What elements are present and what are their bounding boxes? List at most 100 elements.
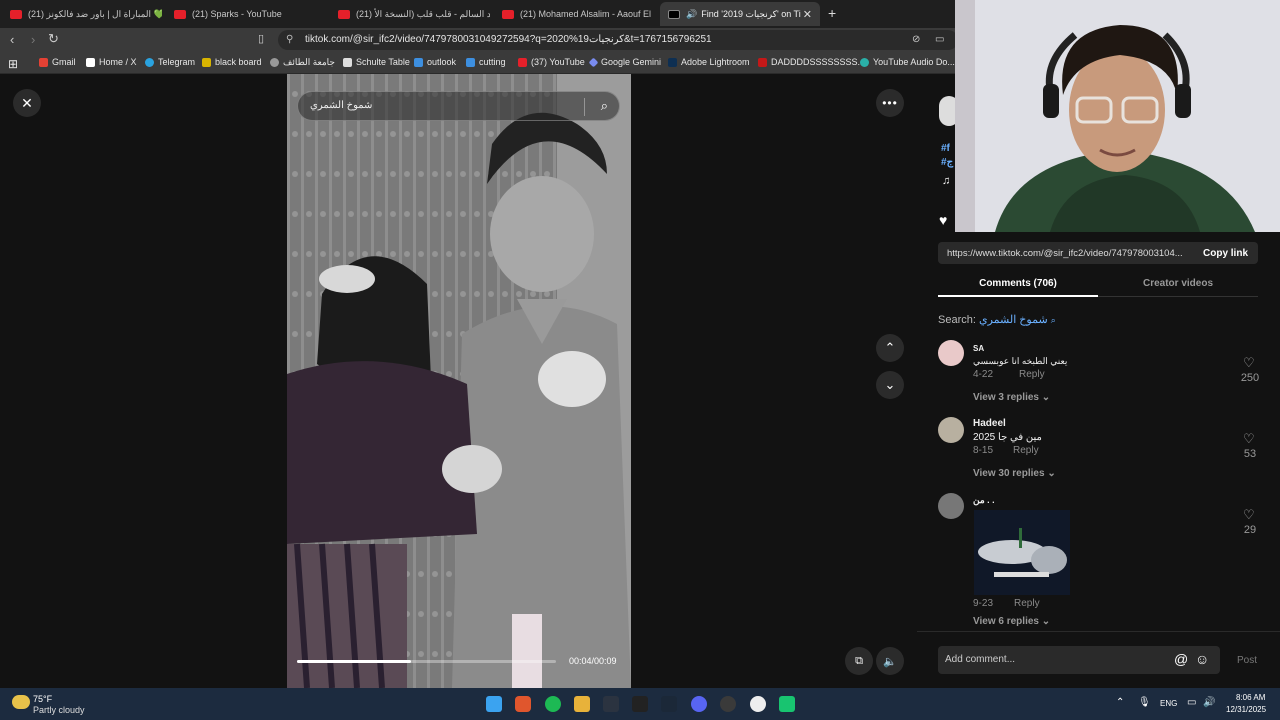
view-replies-button[interactable]: View 6 replies ⌄ — [973, 616, 1050, 627]
microphone-icon[interactable]: 🎙 — [1138, 697, 1151, 708]
x-icon — [86, 57, 95, 67]
emoji-icon[interactable]: ☺ — [1195, 651, 1209, 667]
weather-icon[interactable] — [12, 695, 30, 709]
windows-start-icon[interactable] — [486, 696, 502, 712]
settings-icon[interactable] — [750, 696, 766, 712]
like-icon[interactable]: ♡ — [1243, 355, 1255, 371]
browser-tab[interactable]: (21) المباراة ال | باور ضد فالكونز 💚 ♥ — [2, 2, 162, 26]
youtube-icon — [338, 9, 350, 19]
spotify-icon[interactable] — [545, 696, 561, 712]
bookmark-daddd[interactable]: DADDDDSSSSSSSS... — [758, 57, 865, 67]
epic-games-icon[interactable] — [632, 696, 648, 712]
chevron-up-icon[interactable]: ⌃ — [1116, 697, 1124, 708]
tab-comments[interactable]: Comments (706) — [938, 278, 1098, 289]
comment-author[interactable]: SA — [973, 344, 984, 353]
view-replies-button[interactable]: View 30 replies ⌄ — [973, 468, 1056, 479]
chevron-down-icon: ⌄ — [1047, 468, 1056, 479]
bookmark-outlook[interactable]: outlook — [414, 57, 456, 67]
tab-title: (21) المباراة ال | باور ضد فالكونز 💚 ♥ — [28, 8, 162, 19]
outlook-icon — [414, 57, 423, 67]
network-icon[interactable]: ▭ — [1187, 697, 1196, 708]
volume-icon[interactable]: 🔈 — [876, 647, 904, 675]
new-tab-icon[interactable]: + — [828, 5, 836, 21]
outlook-icon — [466, 57, 475, 67]
eye-off-icon[interactable]: ⊘ — [912, 34, 920, 45]
close-icon[interactable]: ✕ — [13, 89, 41, 117]
speaker-icon[interactable]: 🔊 — [1203, 697, 1215, 708]
back-icon[interactable]: ‹ — [10, 32, 14, 47]
globe-icon — [270, 58, 279, 67]
page-icon — [343, 57, 352, 67]
bookmark-gemini[interactable]: Google Gemini — [588, 57, 661, 67]
bookmark-schulte[interactable]: Schulte Table — [343, 57, 410, 67]
video-player[interactable]: 00:04/00:09 — [287, 74, 631, 688]
view-replies-button[interactable]: View 3 replies ⌄ — [973, 392, 1050, 403]
browser-tab[interactable]: (21) محمد السالم - قلب قلب (النسخة الأ — [330, 2, 490, 26]
avatar[interactable] — [938, 340, 964, 366]
forward-icon[interactable]: › — [31, 32, 35, 47]
search-icon[interactable]: ⌕ — [601, 98, 608, 114]
heart-icon[interactable]: ♥ — [939, 212, 947, 228]
tab-title: Find '2019 كرنجيات' on TikTok — [701, 8, 801, 19]
browser-tab[interactable]: (21) Sparks - YouTube — [166, 2, 326, 26]
post-button[interactable]: Post — [1237, 655, 1257, 666]
language-indicator[interactable]: ENG — [1160, 699, 1177, 708]
close-tab-icon[interactable]: ✕ — [803, 8, 812, 21]
add-comment-input[interactable]: Add comment... @ ☺ — [938, 646, 1220, 674]
bookmark-gmail[interactable]: Gmail — [39, 57, 76, 67]
bookmark-taif[interactable]: جامعة الطائف — [270, 57, 335, 68]
browser-tab[interactable]: (21) Mohamed Alsalim - Aaouf El Dec — [494, 2, 654, 26]
comment-author[interactable]: Hadeel — [973, 418, 1006, 429]
comment-image[interactable] — [974, 510, 1070, 595]
bookmark-icon[interactable]: ▯ — [258, 32, 264, 45]
tab-creator-videos[interactable]: Creator videos — [1098, 278, 1258, 289]
hashtag-fragment[interactable]: #f #ج — [941, 142, 953, 170]
cast-icon[interactable]: ▭ — [935, 34, 944, 45]
steam-icon[interactable] — [661, 696, 677, 712]
comment-author[interactable]: من . . — [973, 495, 995, 506]
bookmark-blackboard[interactable]: black board — [202, 57, 262, 67]
clock-date[interactable]: 12/31/2025 — [1226, 705, 1266, 714]
chevron-up-icon[interactable]: ⌃ — [876, 334, 904, 362]
bookmark-ytaudio[interactable]: YouTube Audio Do... — [860, 57, 955, 67]
reply-button[interactable]: Reply — [1014, 598, 1040, 609]
browser-tab-active[interactable]: 🔊 Find '2019 كرنجيات' on TikTok ✕ — [660, 2, 820, 26]
bookmark-lightroom[interactable]: Adobe Lightroom — [668, 57, 750, 67]
brave-icon[interactable] — [515, 696, 531, 712]
bookmark-youtube[interactable]: (37) YouTube — [518, 57, 585, 67]
bookmark-telegram[interactable]: Telegram — [145, 57, 195, 67]
search-divider — [584, 98, 585, 116]
file-explorer-icon[interactable] — [574, 696, 590, 712]
app-icon[interactable] — [603, 696, 619, 712]
bookmark-cutting[interactable]: cutting — [466, 57, 506, 67]
tiktok-icon — [668, 9, 680, 19]
like-count: 53 — [1243, 448, 1257, 460]
chevron-down-icon[interactable]: ⌄ — [876, 371, 904, 399]
discord-icon[interactable] — [691, 696, 707, 712]
app-icon[interactable] — [779, 696, 795, 712]
bookmark-x[interactable]: Home / X — [86, 57, 137, 67]
obs-icon[interactable] — [720, 696, 736, 712]
avatar[interactable] — [938, 417, 964, 443]
search-input[interactable]: شموخ الشمري ⌕ — [297, 91, 620, 121]
copy-link-button[interactable]: Copy link — [1203, 248, 1248, 259]
like-icon[interactable]: ♡ — [1243, 431, 1255, 447]
reload-icon[interactable]: ↻ — [48, 31, 59, 47]
reply-button[interactable]: Reply — [1019, 369, 1045, 380]
like-icon[interactable]: ♡ — [1243, 507, 1255, 523]
more-options-icon[interactable]: ••• — [876, 89, 904, 117]
pip-icon[interactable]: ⧉ — [845, 647, 873, 675]
video-link: https://www.tiktok.com/@sir_ifc2/video/7… — [947, 248, 1183, 259]
video-progress-track[interactable] — [297, 660, 556, 663]
clock-time[interactable]: 8:06 AM — [1236, 693, 1265, 702]
site-info-icon[interactable]: ⚲ — [286, 34, 293, 45]
avatar[interactable] — [938, 493, 964, 519]
chevron-down-icon: ⌄ — [1041, 392, 1051, 403]
apps-icon[interactable]: ⊞ — [8, 57, 18, 71]
reply-button[interactable]: Reply — [1013, 445, 1039, 456]
globe-icon — [860, 57, 869, 67]
mention-icon[interactable]: @ — [1174, 651, 1188, 667]
search-term[interactable]: شموخ الشمري — [979, 314, 1048, 326]
divider — [917, 631, 1280, 632]
gmail-icon — [39, 57, 48, 67]
